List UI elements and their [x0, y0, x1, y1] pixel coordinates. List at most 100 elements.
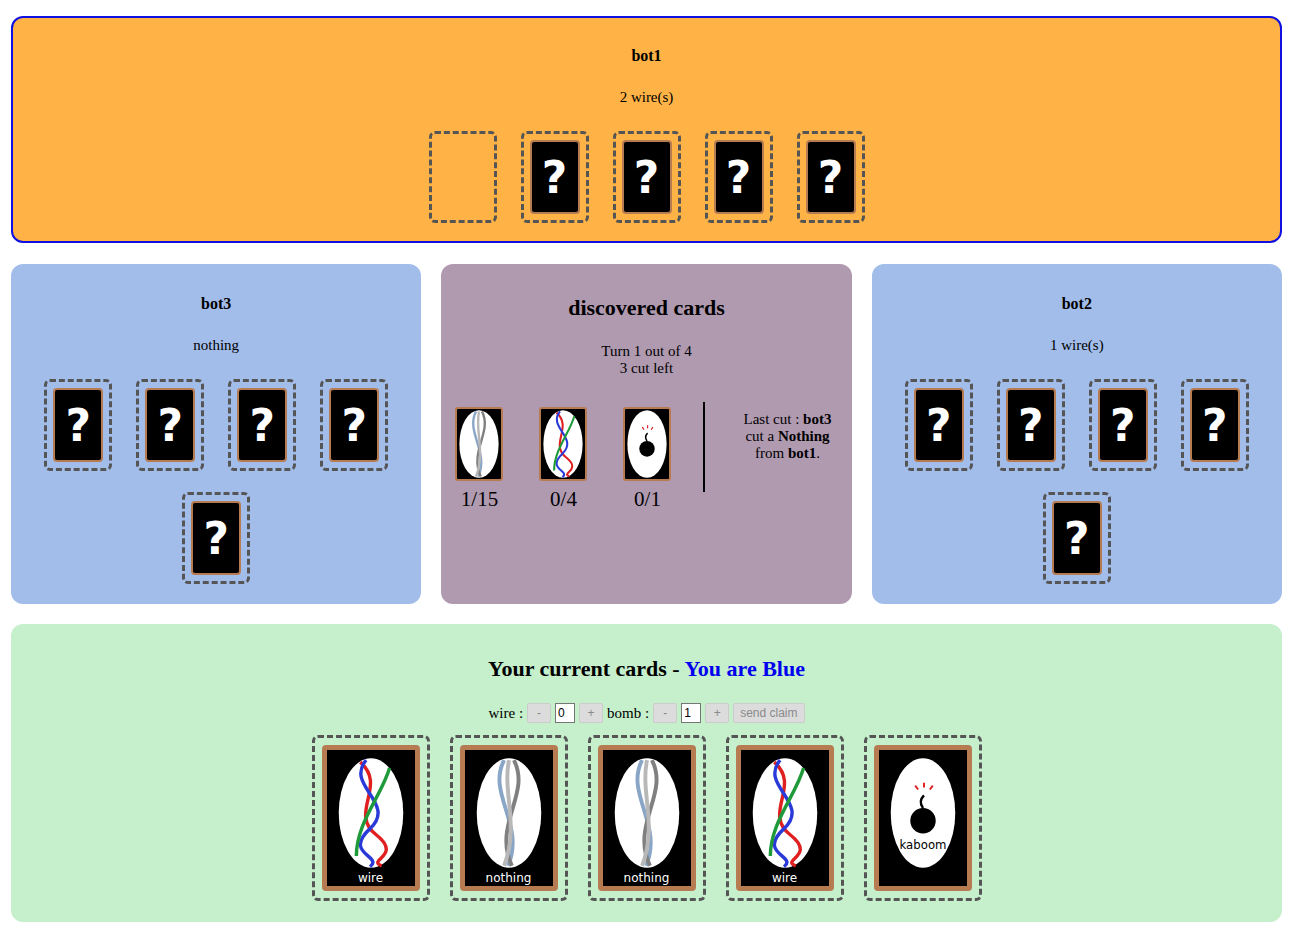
wire-minus-button[interactable]: -	[527, 703, 551, 723]
card-slot[interactable]: ?	[1089, 379, 1157, 471]
wire-card-icon	[541, 409, 585, 479]
count-row: 1/15 0/4 0/1 Last cut : bot3 cut a Nothing …	[455, 407, 837, 511]
oval-icon	[614, 758, 679, 868]
bomb-card-icon: kaboom	[879, 754, 967, 870]
hand-slot[interactable]: wire	[726, 735, 844, 901]
middle-row: bot3 nothing????? discovered cards Turn 1 o…	[11, 264, 1282, 604]
wire-card-icon	[327, 754, 415, 870]
wire-input[interactable]	[555, 703, 575, 723]
player-name: bot3	[201, 294, 231, 314]
count-item: 0/1	[623, 407, 671, 511]
count-item: 0/4	[539, 407, 587, 511]
wires-icon	[770, 760, 803, 867]
count-item: 1/15	[455, 407, 503, 511]
count-text: 1/15	[461, 487, 498, 511]
nothing-card-icon	[603, 754, 691, 870]
hidden-card[interactable]: ?	[329, 388, 379, 462]
card-slot	[429, 131, 497, 223]
bomb-minus-button[interactable]: -	[653, 703, 677, 723]
discovered-panel: discovered cards Turn 1 out of 43 cut lef…	[441, 264, 851, 604]
wires-icon	[356, 760, 389, 867]
player-summary: 2 wire(s)	[620, 87, 674, 107]
player-panel: bot2 1 wire(s)?????	[872, 264, 1282, 604]
player-panel: bot3 nothing?????	[11, 264, 421, 604]
hand-card[interactable]: wire	[322, 745, 420, 891]
hand-card[interactable]: nothing	[460, 745, 558, 891]
card-slot[interactable]: ?	[182, 492, 250, 584]
hidden-card[interactable]: ?	[1006, 388, 1056, 462]
dead-wires-icon	[474, 411, 486, 476]
hidden-card[interactable]: ?	[145, 388, 195, 462]
card-label: wire	[358, 870, 383, 886]
team-label: You are Blue	[684, 656, 805, 681]
card-slot[interactable]: ?	[1043, 492, 1111, 584]
last-cut: Last cut : bot3 cut a Nothing from bot1.	[737, 411, 837, 462]
dead-wires-icon	[637, 760, 656, 866]
hidden-card[interactable]: ?	[191, 501, 241, 575]
send-claim-button[interactable]: send claim	[733, 703, 804, 723]
hidden-card[interactable]: ?	[1052, 501, 1102, 575]
count-text: 0/1	[634, 487, 661, 511]
oval-icon	[544, 410, 583, 478]
card-slot[interactable]: ?	[905, 379, 973, 471]
card-slot[interactable]: ?	[521, 131, 589, 223]
claim-bar: wire :-+bomb :-+send claim	[488, 703, 804, 723]
hand-slot[interactable]: kaboom	[864, 735, 982, 901]
player-summary: nothing	[193, 335, 239, 355]
hidden-card[interactable]: ?	[622, 140, 672, 214]
oval-icon	[628, 410, 667, 478]
card-slot[interactable]: ?	[797, 131, 865, 223]
player-name: bot1	[631, 46, 661, 66]
card-slot[interactable]: ?	[997, 379, 1065, 471]
card-label: nothing	[486, 870, 532, 886]
discovered-title: discovered cards	[568, 294, 725, 322]
card-label: kaboom	[899, 838, 946, 852]
card-slot[interactable]: ?	[613, 131, 681, 223]
hand-panel: Your current cards - You are Bluewire :-…	[11, 624, 1282, 922]
card-label: nothing	[624, 870, 670, 886]
oval-icon	[460, 410, 499, 478]
hand-slot[interactable]: nothing	[588, 735, 706, 901]
hidden-card[interactable]: ?	[806, 140, 856, 214]
wire-plus-button[interactable]: +	[579, 703, 603, 723]
card-row: ?????	[27, 379, 405, 584]
hidden-card[interactable]: ?	[237, 388, 287, 462]
bomb-icon	[640, 425, 655, 456]
hidden-card[interactable]: ?	[914, 388, 964, 462]
player-name: bot2	[1062, 294, 1092, 314]
oval-icon	[890, 758, 955, 868]
oval-icon	[476, 758, 541, 868]
hidden-card[interactable]: ?	[1098, 388, 1148, 462]
card-slot[interactable]: ?	[228, 379, 296, 471]
player-summary: 1 wire(s)	[1050, 335, 1104, 355]
bomb-icon: kaboom	[899, 783, 946, 852]
hidden-card[interactable]: ?	[53, 388, 103, 462]
hidden-card[interactable]: ?	[530, 140, 580, 214]
divider	[703, 402, 705, 492]
hand-card[interactable]: wire	[736, 745, 834, 891]
card-label: wire	[772, 870, 797, 886]
hand-card[interactable]: kaboom	[874, 745, 972, 891]
count-text: 0/4	[550, 487, 577, 511]
hand-card[interactable]: nothing	[598, 745, 696, 891]
bomb-input[interactable]	[681, 703, 701, 723]
turn-info: Turn 1 out of 43 cut left	[601, 343, 691, 377]
wires-icon	[555, 411, 575, 477]
card-slot[interactable]: ?	[136, 379, 204, 471]
card-slot[interactable]: ?	[320, 379, 388, 471]
bomb-plus-button[interactable]: +	[705, 703, 729, 723]
hand-slot[interactable]: wire	[312, 735, 430, 901]
oval-icon	[338, 758, 403, 868]
wire-card-icon	[741, 754, 829, 870]
hidden-card[interactable]: ?	[714, 140, 764, 214]
bomb-card-icon	[625, 409, 669, 479]
hand-slot[interactable]: nothing	[450, 735, 568, 901]
nothing-card-icon	[465, 754, 553, 870]
card-slot[interactable]: ?	[705, 131, 773, 223]
player-panel: bot1 2 wire(s)????	[11, 16, 1282, 243]
card-slot[interactable]: ?	[1181, 379, 1249, 471]
card-slot[interactable]: ?	[44, 379, 112, 471]
hand-title: Your current cards - You are Blue	[488, 656, 805, 682]
nothing-card-icon	[457, 409, 501, 479]
hidden-card[interactable]: ?	[1190, 388, 1240, 462]
